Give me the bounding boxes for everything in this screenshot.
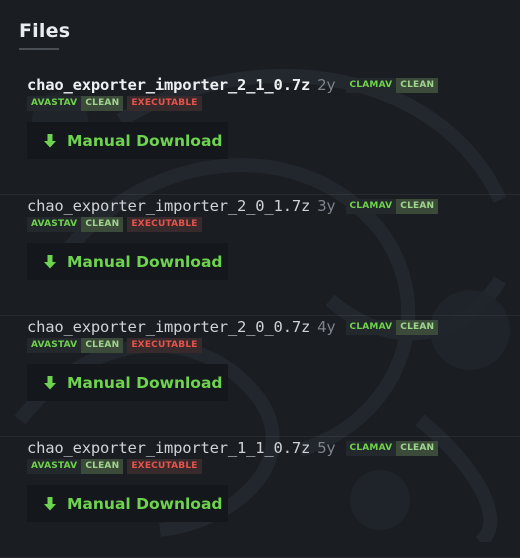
scanner-label: CLAMAV bbox=[345, 77, 397, 93]
arrow-down-icon bbox=[43, 496, 57, 512]
file-age: 4y bbox=[317, 318, 336, 336]
file-age: 3y bbox=[317, 197, 336, 215]
scan-result: CLEAN bbox=[396, 440, 439, 456]
manual-download-button[interactable]: Manual Download bbox=[27, 485, 228, 522]
file-age: 2y bbox=[317, 76, 336, 94]
scan-result: CLEAN bbox=[81, 95, 124, 111]
arrow-down-icon bbox=[43, 375, 57, 391]
scanner-label: CLAMAV bbox=[345, 319, 397, 335]
executable-badge: EXECUTABLE bbox=[127, 95, 202, 111]
file-header-row: chao_exporter_importer_2_0_1.7z 3y CLAMAV C… bbox=[27, 195, 439, 217]
file-name[interactable]: chao_exporter_importer_2_0_1.7z bbox=[27, 197, 310, 215]
manual-download-label: Manual Download bbox=[67, 494, 223, 513]
file-name[interactable]: chao_exporter_importer_1_1_0.7z bbox=[27, 439, 310, 457]
file-header-row: chao_exporter_importer_2_1_0.7z 2y CLAMAV C… bbox=[27, 74, 439, 96]
scan-result: CLEAN bbox=[396, 77, 439, 93]
scanner-label: AVASTAV bbox=[27, 337, 82, 353]
scan-result: CLEAN bbox=[81, 216, 124, 232]
file-name[interactable]: chao_exporter_importer_2_1_0.7z bbox=[27, 76, 310, 94]
title-underline bbox=[19, 48, 59, 50]
scan-badge-avastav: AVASTAV CLEAN bbox=[27, 95, 124, 111]
manual-download-label: Manual Download bbox=[67, 373, 223, 392]
file-badges-row: AVASTAV CLEAN EXECUTABLE bbox=[27, 216, 202, 232]
executable-badge: EXECUTABLE bbox=[127, 216, 202, 232]
scan-badge-clamav: CLAMAV CLEAN bbox=[345, 198, 439, 214]
scanner-label: AVASTAV bbox=[27, 216, 82, 232]
file-entry: chao_exporter_importer_2_0_0.7z 4y CLAMAV C… bbox=[0, 316, 520, 437]
file-badges-row: AVASTAV CLEAN EXECUTABLE bbox=[27, 458, 202, 474]
scan-badge-clamav: CLAMAV CLEAN bbox=[345, 440, 439, 456]
file-entry: chao_exporter_importer_2_1_0.7z 2y CLAMAV C… bbox=[0, 74, 520, 195]
scan-badge-avastav: AVASTAV CLEAN bbox=[27, 337, 124, 353]
scanner-label: AVASTAV bbox=[27, 95, 82, 111]
file-entry: chao_exporter_importer_1_1_0.7z 5y CLAMAV C… bbox=[0, 437, 520, 558]
arrow-down-icon bbox=[43, 254, 57, 270]
file-entry: chao_exporter_importer_2_0_1.7z 3y CLAMAV C… bbox=[0, 195, 520, 316]
scan-result: CLEAN bbox=[396, 198, 439, 214]
scan-badge-clamav: CLAMAV CLEAN bbox=[345, 319, 439, 335]
file-header-row: chao_exporter_importer_1_1_0.7z 5y CLAMAV C… bbox=[27, 437, 439, 459]
file-badges-row: AVASTAV CLEAN EXECUTABLE bbox=[27, 337, 202, 353]
manual-download-button[interactable]: Manual Download bbox=[27, 243, 228, 280]
scan-badge-avastav: AVASTAV CLEAN bbox=[27, 458, 124, 474]
file-badges-row: AVASTAV CLEAN EXECUTABLE bbox=[27, 95, 202, 111]
files-title: Files bbox=[19, 20, 71, 42]
scanner-label: CLAMAV bbox=[345, 440, 397, 456]
scanner-label: AVASTAV bbox=[27, 458, 82, 474]
manual-download-label: Manual Download bbox=[67, 252, 223, 271]
manual-download-button[interactable]: Manual Download bbox=[27, 122, 228, 159]
scan-result: CLEAN bbox=[396, 319, 439, 335]
executable-badge: EXECUTABLE bbox=[127, 458, 202, 474]
scanner-label: CLAMAV bbox=[345, 198, 397, 214]
arrow-down-icon bbox=[43, 133, 57, 149]
scan-badge-avastav: AVASTAV CLEAN bbox=[27, 216, 124, 232]
executable-badge: EXECUTABLE bbox=[127, 337, 202, 353]
manual-download-button[interactable]: Manual Download bbox=[27, 364, 228, 401]
files-section-header: Files bbox=[19, 20, 70, 50]
file-name[interactable]: chao_exporter_importer_2_0_0.7z bbox=[27, 318, 310, 336]
scan-result: CLEAN bbox=[81, 337, 124, 353]
scan-badge-clamav: CLAMAV CLEAN bbox=[345, 77, 439, 93]
file-age: 5y bbox=[317, 439, 336, 457]
scan-result: CLEAN bbox=[81, 458, 124, 474]
manual-download-label: Manual Download bbox=[67, 131, 223, 150]
file-header-row: chao_exporter_importer_2_0_0.7z 4y CLAMAV C… bbox=[27, 316, 439, 338]
